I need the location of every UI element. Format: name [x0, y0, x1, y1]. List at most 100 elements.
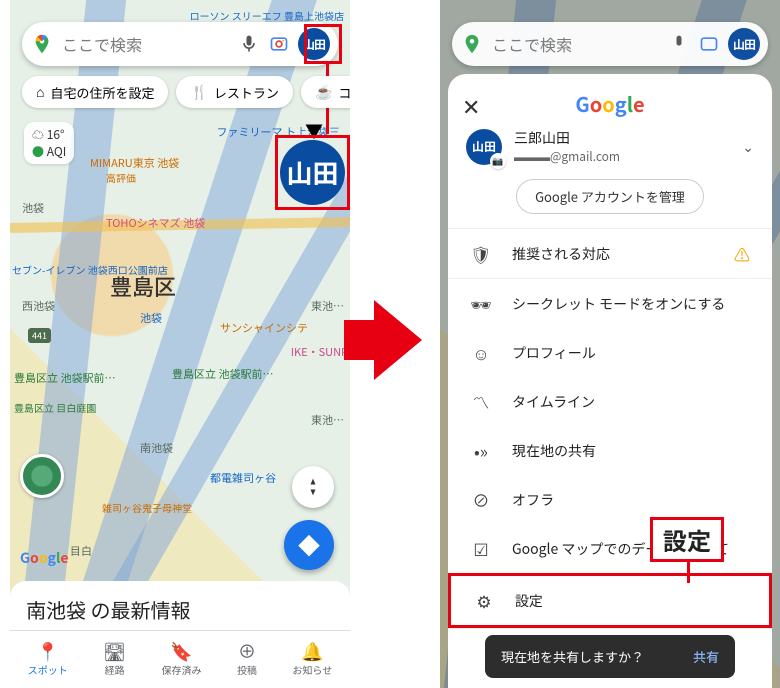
recenter-button[interactable]	[292, 466, 334, 508]
google-watermark: Google	[20, 548, 69, 568]
close-button[interactable]: ✕	[462, 90, 480, 122]
profile-icon: ☺	[470, 340, 492, 365]
menu-label: 推奨される対応	[512, 244, 610, 264]
annotation-enlarged-avatar-box: 山田	[275, 135, 350, 210]
chip-label: レストラン	[214, 83, 279, 102]
poi-label: 目白	[70, 543, 92, 559]
menu-timeline[interactable]: 〽タイムライン	[448, 377, 772, 426]
lens-icon[interactable]	[268, 33, 290, 55]
menu-incognito[interactable]: 🕶シークレット モードをオンにする	[448, 279, 772, 328]
manage-account-button[interactable]: Google アカウントを管理	[516, 179, 704, 214]
chip-label: コーヒー	[338, 83, 350, 102]
search-placeholder: ここで検索	[62, 32, 230, 56]
home-icon: ⌂	[36, 82, 44, 102]
bottom-sheet[interactable]: 南池袋 の最新情報	[10, 581, 350, 630]
directions-button[interactable]: ◆	[284, 520, 334, 570]
search-bar[interactable]: ここで検索 山田	[22, 22, 338, 66]
district-label: 豊島区	[110, 270, 176, 302]
poi-label: 高評価	[106, 170, 136, 185]
account-avatar-large: 山田	[466, 129, 502, 165]
menu-label: 設定	[515, 591, 543, 611]
chip-coffee[interactable]: ☕ コーヒー	[301, 76, 350, 108]
menu-profile[interactable]: ☺ プロフィール	[448, 328, 772, 377]
poi-label: 雑司ヶ谷鬼子母神堂	[102, 500, 192, 515]
category-chips: ⌂ 自宅の住所を設定 🍴 レストラン ☕ コーヒー	[22, 76, 350, 108]
route-shield: 441	[28, 328, 51, 343]
warning-icon: ⚠	[734, 242, 750, 266]
coffee-icon: ☕	[315, 82, 332, 102]
incognito-icon: 🕶	[470, 291, 492, 316]
chevron-down-icon[interactable]: ⌄	[742, 137, 754, 157]
enlarged-avatar: 山田	[280, 140, 345, 205]
pin-icon: 📍	[37, 642, 59, 660]
chip-home[interactable]: ⌂ 自宅の住所を設定	[22, 76, 168, 108]
nav-label: 保存済み	[161, 662, 201, 677]
microphone-icon[interactable]	[238, 33, 260, 55]
sheet-header: ✕ Google	[448, 86, 772, 120]
poi-label: 都電雑司ヶ谷	[210, 470, 276, 486]
poi-label: 豊島区立 池袋駅前…	[172, 366, 273, 382]
chip-label: 自宅の住所を設定	[50, 83, 154, 102]
poi-label: MIMARU東京 池袋	[90, 155, 179, 171]
nav-saved[interactable]: 🔖 保存済み	[161, 642, 201, 677]
poi-label: IKE・SUNP	[291, 344, 348, 360]
annotation-settings-balloon: 設定	[650, 517, 724, 562]
plus-circle-icon: ⊕	[238, 642, 256, 660]
nav-spot[interactable]: 📍 スポット	[28, 642, 68, 677]
nav-label: 経路	[105, 662, 125, 677]
poi-label: ローソン スリーエフ 豊島上池袋店	[190, 8, 344, 23]
nav-notify[interactable]: 🔔 お知らせ	[292, 642, 332, 677]
toast-share-button[interactable]: 共有	[693, 647, 719, 666]
share-location-icon: •»	[470, 438, 492, 463]
phone-left: ローソン スリーエフ 豊島上池袋店 ファミリーマ ト上池袋三 MIMARU東京 …	[10, 0, 350, 688]
route-icon: 🛣	[103, 642, 126, 660]
weather-widget[interactable]: ☁ 16° ● AQI	[24, 122, 74, 164]
poi-label: 東池…	[311, 412, 344, 428]
cloud-off-icon: ⊘	[470, 487, 492, 512]
street-view-thumbnail[interactable]	[20, 454, 64, 498]
restaurant-icon: 🍴	[190, 82, 207, 102]
account-name: 三郎山田	[514, 128, 730, 148]
annotation-highlight-avatar	[304, 24, 342, 64]
weather-aqi: AQI	[47, 143, 67, 160]
shield-check-icon: ☑	[470, 536, 492, 561]
menu-recommended[interactable]: 🛡 推奨される対応 ⚠	[448, 229, 772, 278]
gear-icon: ⚙	[473, 588, 495, 613]
phone-right: ここで検索 山田 ✕ Google 山田 三郎山田 ▬▬▬@gmail.com …	[440, 0, 780, 688]
account-info: 三郎山田 ▬▬▬@gmail.com	[514, 128, 730, 165]
poi-label: 東池…	[311, 298, 344, 314]
poi-label: TOHOシネマズ 池袋	[106, 215, 205, 231]
account-email: ▬▬▬@gmail.com	[514, 148, 730, 165]
annotation-transition-arrow	[374, 300, 422, 380]
menu-label: プロフィール	[512, 343, 596, 363]
sheet-title: 南池袋 の最新情報	[26, 595, 334, 624]
bookmark-icon: 🔖	[170, 642, 192, 660]
menu-settings[interactable]: ⚙ 設定	[448, 573, 772, 628]
nav-route[interactable]: 🛣 経路	[103, 642, 126, 677]
menu-share-location[interactable]: •» 現在地の共有	[448, 426, 772, 475]
poi-label: 南池袋	[140, 440, 173, 456]
menu-label: 現在地の共有	[512, 441, 596, 461]
google-maps-icon	[30, 32, 54, 56]
poi-label: 西池袋	[22, 298, 55, 314]
menu-label: タイムライン	[512, 392, 595, 412]
account-menu: 🛡 推奨される対応 ⚠ 🕶シークレット モードをオンにする ☺ プロフィール 〽タイム…	[448, 229, 772, 688]
menu-label: オフラ	[512, 490, 554, 510]
bell-icon: 🔔	[301, 642, 323, 660]
toast-message: 現在地を共有しますか？	[501, 647, 644, 666]
chip-restaurant[interactable]: 🍴 レストラン	[176, 76, 292, 108]
account-sheet: ✕ Google 山田 三郎山田 ▬▬▬@gmail.com ⌄ Google …	[448, 74, 772, 688]
nav-label: お知らせ	[292, 662, 332, 677]
share-location-toast: 現在地を共有しますか？ 共有	[485, 635, 735, 678]
poi-label: サンシャインシテ	[220, 320, 308, 336]
poi-label: 池袋	[22, 200, 44, 216]
bottom-navigation: 📍 スポット 🛣 経路 🔖 保存済み ⊕ 投稿 🔔 お知らせ	[10, 630, 350, 688]
shield-icon: 🛡	[470, 241, 492, 266]
nav-label: スポット	[28, 662, 68, 677]
weather-temp: 16°	[47, 126, 65, 143]
poi-label: 豊島区立 池袋駅前…	[14, 370, 115, 386]
nav-label: 投稿	[237, 662, 257, 677]
account-row[interactable]: 山田 三郎山田 ▬▬▬@gmail.com ⌄	[448, 120, 772, 169]
poi-label: 豊島区立 目白庭園	[14, 400, 96, 415]
nav-post[interactable]: ⊕ 投稿	[237, 642, 257, 677]
